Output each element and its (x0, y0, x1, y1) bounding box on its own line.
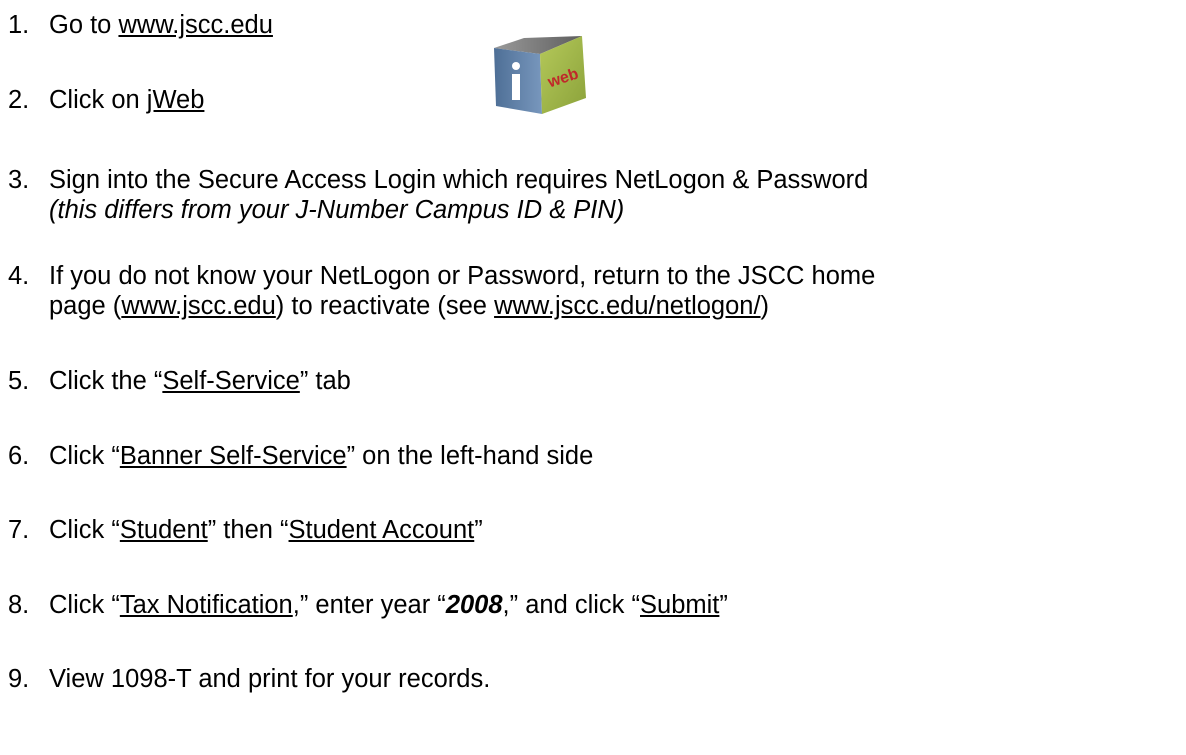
step-text: page ( (49, 292, 122, 320)
step-text: ” (474, 516, 483, 544)
step-number: 6. (8, 442, 30, 470)
step-text-continued: page (www.jscc.edu) to reactivate (see w… (8, 291, 875, 321)
step-4: 4. If you do not know your NetLogon or Pa… (8, 261, 875, 321)
step-text: ,” enter year “ (292, 591, 446, 619)
step-text: Click “ (49, 516, 120, 544)
step-text: View 1098-T and print for your records. (49, 665, 491, 693)
jscc-link[interactable]: www.jscc.edu (118, 11, 272, 39)
step-number: 4. (8, 262, 30, 290)
step-number: 1. (8, 11, 30, 39)
step-note: (this differs from your J-Number Campus … (49, 196, 625, 224)
step-2: 2. Click on jWeb (8, 85, 204, 115)
jweb-cube-icon: web (490, 34, 640, 114)
self-service-link[interactable]: Self-Service (162, 367, 299, 395)
step-6: 6. Click “Banner Self-Service” on the lef… (8, 441, 593, 471)
step-text: ” (719, 591, 728, 619)
student-account-link[interactable]: Student Account (289, 516, 475, 544)
step-number: 9. (8, 665, 30, 693)
step-8: 8. Click “Tax Notification,” enter year “… (8, 590, 728, 620)
submit-link[interactable]: Submit (640, 591, 719, 619)
step-text: ,” and click “ (502, 591, 640, 619)
banner-self-service-link[interactable]: Banner Self-Service (120, 442, 347, 470)
step-9: 9. View 1098-T and print for your records… (8, 664, 490, 694)
step-text: Click the “ (49, 367, 163, 395)
step-number: 3. (8, 166, 30, 194)
step-text: ” then “ (207, 516, 289, 544)
step-number: 2. (8, 86, 30, 114)
instructions-page: 1. Go to www.jscc.edu 2. Click on jWeb w… (0, 0, 1186, 755)
step-text: ” tab (299, 367, 351, 395)
tax-year: 2008 (445, 591, 503, 619)
step-3: 3. Sign into the Secure Access Login whic… (8, 165, 868, 225)
step-1: 1. Go to www.jscc.edu (8, 10, 273, 40)
step-text: Go to (49, 11, 119, 39)
step-number: 7. (8, 516, 30, 544)
step-text: ) to reactivate (see (275, 292, 495, 320)
step-7: 7. Click “Student” then “Student Account” (8, 515, 483, 545)
step-text: If you do not know your NetLogon or Pass… (49, 262, 876, 290)
step-text: ” on the left-hand side (346, 442, 594, 470)
jscc-link[interactable]: www.jscc.edu (121, 292, 275, 320)
student-link[interactable]: Student (120, 516, 208, 544)
step-number: 5. (8, 367, 30, 395)
netlogon-link[interactable]: www.jscc.edu/netlogon/ (494, 292, 760, 320)
step-text: Click on (49, 86, 147, 114)
tax-notification-link[interactable]: Tax Notification (120, 591, 293, 619)
step-text: Sign into the Secure Access Login which … (49, 166, 869, 194)
step-text: Click “ (49, 591, 120, 619)
jweb-link[interactable]: jWeb (147, 86, 205, 114)
step-5: 5. Click the “Self-Service” tab (8, 366, 351, 396)
step-text: ) (760, 292, 770, 320)
step-number: 8. (8, 591, 30, 619)
step-text: Click “ (49, 442, 120, 470)
